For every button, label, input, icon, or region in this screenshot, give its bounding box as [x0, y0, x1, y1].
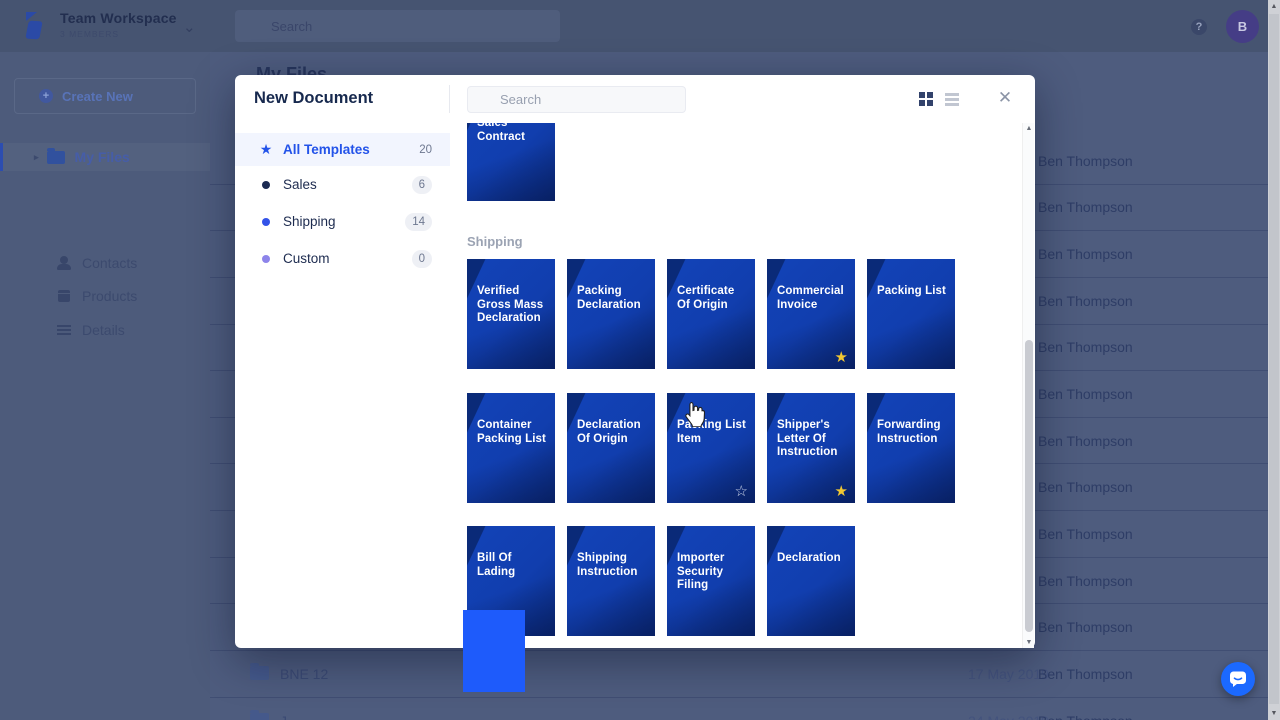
plus-icon: + [39, 89, 53, 103]
folder-icon [46, 147, 65, 164]
modal-title: New Document [254, 89, 374, 107]
workspace-members: 3 MEMBERS [60, 29, 120, 39]
scroll-down-icon[interactable]: ▼ [1023, 639, 1035, 646]
custom-dot-icon [262, 254, 270, 263]
template-grid: Sales Contract Shipping Verified Gross M… [450, 123, 1022, 648]
scroll-down-icon[interactable]: ▼ [1268, 710, 1280, 717]
category-count: 6 [411, 175, 432, 194]
template-card[interactable]: Shipper's Letter Of Instruction ★ [767, 393, 855, 503]
drag-highlight-rect [463, 610, 525, 692]
help-icon[interactable]: ? [1191, 19, 1207, 35]
template-categories: ★ All Templates 20 Sales 6 Shipping 14 C… [235, 133, 450, 277]
category-all-templates[interactable]: ★ All Templates 20 [235, 133, 450, 166]
scrollbar-thumb[interactable] [1024, 340, 1033, 632]
favorite-star-icon[interactable]: ★ [835, 350, 848, 365]
category-custom[interactable]: Custom 0 [235, 240, 450, 277]
folder-icon [250, 662, 269, 680]
template-card[interactable]: Commercial Invoice ★ [767, 259, 855, 369]
template-card[interactable]: Packing List Item ☆ [667, 393, 755, 503]
table-row-folder[interactable]: J 24 May 2019 Ben Thompson [210, 698, 1268, 720]
sidebar-item-details[interactable]: Details [0, 316, 210, 343]
chevron-down-icon[interactable]: ⌄ [183, 18, 196, 36]
sales-dot-icon [262, 180, 270, 189]
sidebar-item-products[interactable]: Products [0, 282, 210, 309]
category-shipping[interactable]: Shipping 14 [235, 203, 450, 240]
scroll-up-icon[interactable]: ▲ [1023, 125, 1035, 132]
template-card[interactable]: Certificate Of Origin [667, 259, 755, 369]
template-card-sales-contract[interactable]: Sales Contract [467, 123, 555, 201]
list-view-icon[interactable] [945, 93, 959, 96]
template-card[interactable]: Packing List [867, 259, 955, 369]
category-count: 0 [411, 249, 432, 268]
sidebar-item-my-files[interactable]: ▸ My Files [0, 143, 210, 171]
global-search-input[interactable] [235, 10, 560, 42]
scrollbar-thumb[interactable] [1269, 14, 1279, 704]
list-lines-icon [56, 322, 72, 338]
avatar[interactable]: B [1226, 10, 1259, 43]
favorite-star-icon[interactable]: ★ [835, 484, 848, 499]
workspace-name: Team Workspace [60, 10, 177, 26]
sidebar-item-label: Contacts [82, 254, 138, 271]
person-icon [56, 255, 72, 271]
create-new-label: Create New [62, 88, 133, 104]
topbar: Team Workspace 3 MEMBERS ⌄ ? B [0, 0, 1280, 52]
new-document-modal: New Document ✕ ★ All Templates 20 Sales … [235, 75, 1035, 648]
favorite-star-outline-icon[interactable]: ☆ [735, 484, 748, 499]
category-sales[interactable]: Sales 6 [235, 166, 450, 203]
chat-bubble-button[interactable] [1221, 662, 1255, 696]
workspace-switcher[interactable]: Team Workspace 3 MEMBERS [60, 10, 177, 39]
section-header: Shipping [467, 234, 523, 249]
shipping-dot-icon [262, 217, 270, 226]
page-scrollbar[interactable]: ▲ ▼ [1268, 0, 1280, 720]
box-icon [56, 288, 72, 304]
app-logo-icon [24, 12, 50, 40]
folder-icon [250, 709, 269, 720]
star-icon: ★ [259, 141, 273, 157]
table-row-folder[interactable]: BNE 12 17 May 2019 Ben Thompson [210, 651, 1268, 698]
active-indicator [0, 143, 3, 171]
chat-icon [1230, 671, 1246, 687]
app-screen: Team Workspace 3 MEMBERS ⌄ ? B + Create … [0, 0, 1280, 720]
divider [449, 85, 450, 113]
template-card[interactable]: Shipping Instruction [567, 526, 655, 636]
create-new-button[interactable]: + Create New [14, 78, 196, 114]
sidebar-item-contacts[interactable]: Contacts [0, 249, 210, 276]
grid-view-icon[interactable] [919, 92, 925, 98]
template-card[interactable]: Forwarding Instruction [867, 393, 955, 503]
category-count: 20 [419, 143, 432, 156]
sidebar: + Create New ▸ My Files Contacts Product… [0, 52, 210, 720]
template-card[interactable]: Verified Gross Mass Declaration [467, 259, 555, 369]
template-search-input[interactable] [467, 86, 686, 113]
template-card[interactable]: Container Packing List [467, 393, 555, 503]
template-card[interactable]: Declaration Of Origin [567, 393, 655, 503]
sidebar-item-label: Products [82, 287, 138, 304]
template-card[interactable]: Packing Declaration [567, 259, 655, 369]
sidebar-item-label: Details [82, 321, 125, 338]
category-count: 14 [405, 212, 432, 231]
close-icon[interactable]: ✕ [994, 88, 1016, 108]
sidebar-item-label: My Files [74, 149, 130, 165]
caret-right-icon[interactable]: ▸ [34, 152, 39, 163]
template-card[interactable]: Importer Security Filing [667, 526, 755, 636]
template-card[interactable]: Declaration [767, 526, 855, 636]
scroll-up-icon[interactable]: ▲ [1268, 3, 1280, 10]
modal-scrollbar[interactable]: ▲ ▼ [1022, 123, 1034, 648]
